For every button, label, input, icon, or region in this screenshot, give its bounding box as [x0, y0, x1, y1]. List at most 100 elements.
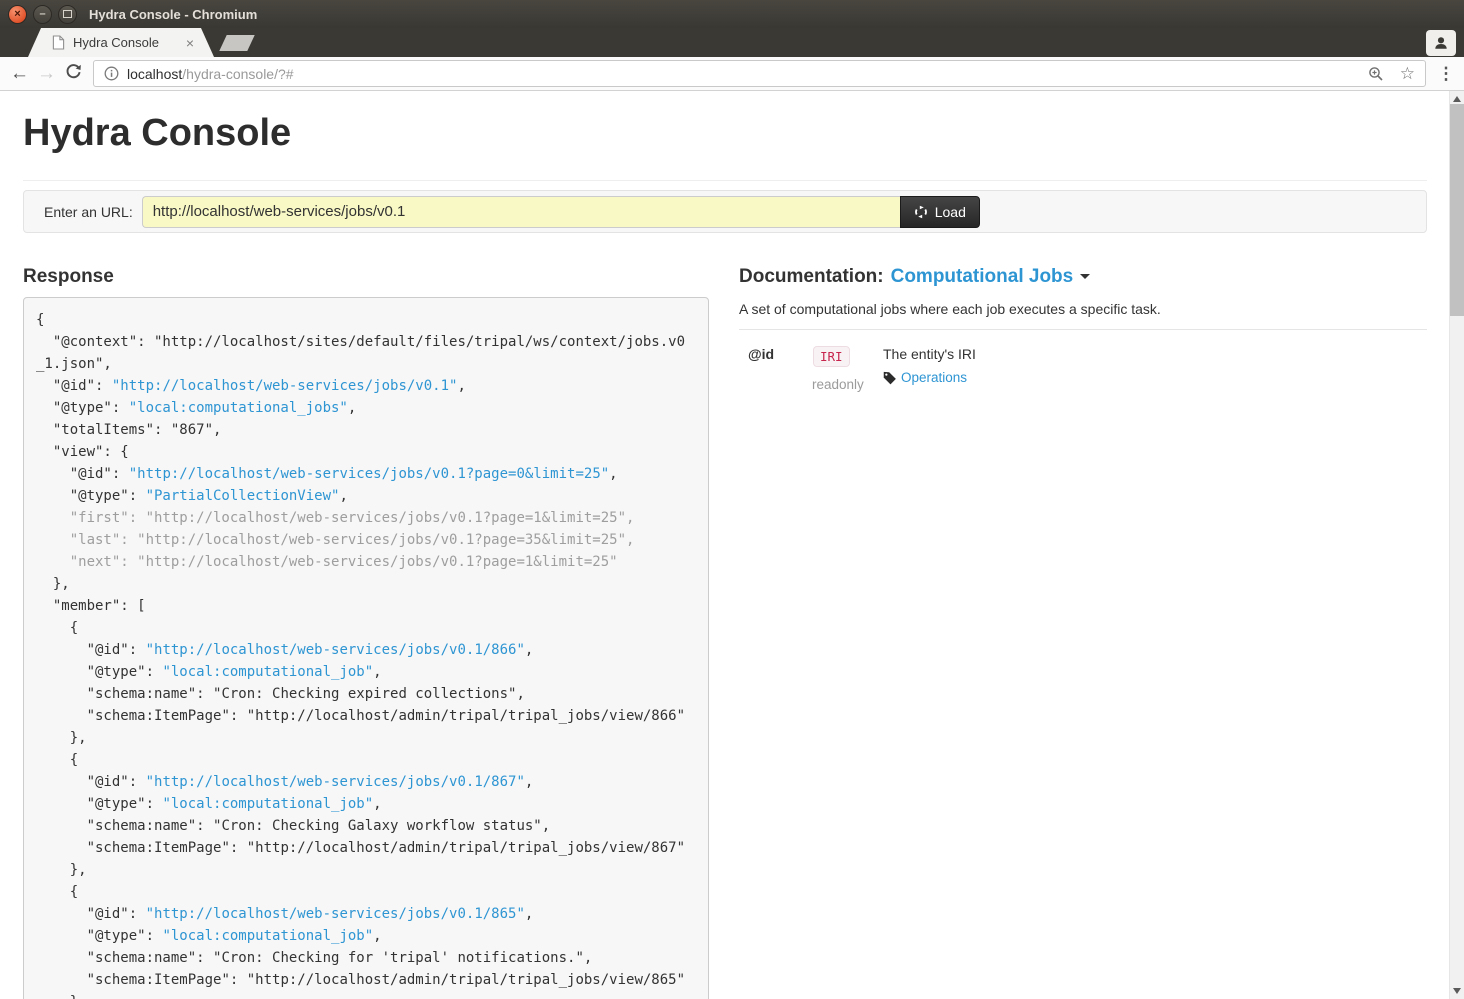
json-line: "@id": "http://localhost/web-services/jo… — [36, 375, 690, 397]
url-form-panel: Enter an URL: Load — [23, 190, 1427, 233]
main-columns: Response { "@context": "http://localhost… — [23, 265, 1427, 999]
json-text: }, — [36, 994, 87, 999]
json-text: , — [373, 928, 381, 944]
json-link[interactable]: "local:computational_job" — [162, 928, 373, 944]
scrollbar-thumb[interactable] — [1450, 104, 1464, 316]
json-link[interactable]: "http://localhost/web-services/jobs/v0.1… — [146, 642, 525, 658]
response-column: Response { "@context": "http://localhost… — [23, 265, 709, 999]
window-titlebar: × – Hydra Console - Chromium — [0, 0, 1464, 28]
json-line: "schema:ItemPage": "http://localhost/adm… — [36, 837, 690, 859]
json-text: "totalItems": "867", — [36, 422, 221, 438]
property-description: The entity's IRI — [883, 346, 1427, 362]
property-row: @id IRI readonly The entity's IRI Operat… — [739, 346, 1427, 392]
zoom-icon[interactable] — [1368, 66, 1384, 82]
profile-avatar-button[interactable] — [1426, 30, 1456, 56]
property-access-label: readonly — [812, 377, 883, 392]
tab-title: Hydra Console — [73, 35, 186, 50]
json-link[interactable]: "local:computational_job" — [162, 796, 373, 812]
page-title: Hydra Console — [23, 110, 1427, 156]
json-line: "totalItems": "867", — [36, 419, 690, 441]
json-line: "@type": "PartialCollectionView", — [36, 485, 690, 507]
json-line: "schema:ItemPage": "http://localhost/adm… — [36, 705, 690, 727]
json-link[interactable]: "http://localhost/web-services/jobs/v0.1… — [146, 906, 525, 922]
json-line: }, — [36, 573, 690, 595]
new-tab-button[interactable] — [219, 35, 254, 51]
json-line: "@id": "http://localhost/web-services/jo… — [36, 463, 690, 485]
json-line: "@id": "http://localhost/web-services/jo… — [36, 639, 690, 661]
json-link[interactable]: "local:computational_job" — [162, 664, 373, 680]
scroll-down-arrow-icon[interactable] — [1453, 988, 1461, 994]
page-header: Hydra Console — [23, 110, 1427, 181]
json-text: "schema:ItemPage": "http://localhost/adm… — [36, 972, 685, 988]
json-link[interactable]: "http://localhost/web-services/jobs/v0.1… — [146, 774, 525, 790]
json-text: , — [457, 378, 465, 394]
json-link[interactable]: "PartialCollectionView" — [146, 488, 340, 504]
json-line: "schema:ItemPage": "http://localhost/adm… — [36, 969, 690, 991]
property-name: @id — [748, 346, 813, 392]
json-text: , — [525, 774, 533, 790]
json-link[interactable]: "http://localhost/web-services/jobs/v0.1… — [112, 378, 458, 394]
documentation-heading: Documentation: — [739, 265, 884, 288]
close-icon: × — [14, 9, 20, 20]
window-close-button[interactable]: × — [8, 5, 27, 24]
json-text: "schema:name": "Cron: Checking expired c… — [36, 686, 525, 702]
json-text: "@id": — [36, 378, 112, 394]
json-line: "next": "http://localhost/web-services/j… — [36, 551, 690, 573]
reload-button[interactable] — [60, 63, 87, 84]
chevron-down-icon[interactable] — [1080, 274, 1090, 279]
json-text: }, — [36, 730, 87, 746]
url-input-label: Enter an URL: — [44, 204, 133, 220]
window-restore-button[interactable] — [58, 5, 77, 24]
back-button[interactable]: ← — [6, 64, 33, 83]
json-text: "schema:name": "Cron: Checking Galaxy wo… — [36, 818, 550, 834]
json-line: { — [36, 617, 690, 639]
json-text: "next": "http://localhost/web-services/j… — [36, 554, 618, 570]
reload-icon — [65, 63, 82, 80]
tab-strip: Hydra Console × — [0, 28, 1464, 57]
tab-close-icon[interactable]: × — [186, 36, 194, 50]
json-text: , — [373, 664, 381, 680]
json-line: "member": [ — [36, 595, 690, 617]
property-description-column: The entity's IRI Operations — [883, 346, 1427, 392]
json-text: "@id": — [36, 774, 146, 790]
json-text: "schema:ItemPage": "http://localhost/adm… — [36, 840, 685, 856]
json-text: , — [609, 466, 617, 482]
json-text: "first": "http://localhost/web-services/… — [36, 510, 634, 526]
json-line: }, — [36, 991, 690, 999]
property-type-column: IRI readonly — [813, 346, 883, 392]
page-scrollbar[interactable] — [1449, 91, 1464, 999]
load-button[interactable]: Load — [900, 196, 980, 228]
documentation-heading-row: Documentation: Computational Jobs — [739, 265, 1427, 288]
person-icon — [1433, 35, 1449, 51]
json-text: { — [36, 620, 78, 636]
page-content: Hydra Console Enter an URL: Load Respons… — [0, 91, 1449, 999]
window-minimize-button[interactable]: – — [33, 5, 52, 24]
json-link[interactable]: "local:computational_jobs" — [129, 400, 348, 416]
json-text: { — [36, 752, 78, 768]
refresh-icon — [914, 205, 928, 219]
json-line: }, — [36, 859, 690, 881]
browser-tab[interactable]: Hydra Console × — [28, 28, 214, 57]
json-text: "member": [ — [36, 598, 146, 614]
operations-row: Operations — [883, 370, 1427, 385]
json-text: { — [36, 312, 44, 328]
documentation-class-dropdown[interactable]: Computational Jobs — [891, 266, 1074, 288]
json-text: "@id": — [36, 642, 146, 658]
forward-button[interactable]: → — [33, 64, 60, 83]
operations-link[interactable]: Operations — [901, 370, 967, 385]
json-line: "@type": "local:computational_job", — [36, 793, 690, 815]
url-host: localhost — [127, 66, 182, 82]
json-text: , — [525, 642, 533, 658]
address-bar[interactable]: localhost/hydra-console/?# ☆ — [93, 60, 1426, 87]
class-description: A set of computational jobs where each j… — [739, 301, 1427, 317]
scroll-up-arrow-icon[interactable] — [1453, 96, 1461, 102]
restore-icon — [63, 10, 72, 18]
json-link[interactable]: "http://localhost/web-services/jobs/v0.1… — [129, 466, 609, 482]
bookmark-star-icon[interactable]: ☆ — [1400, 64, 1415, 84]
page-info-icon[interactable] — [104, 66, 119, 81]
json-text: "@type": — [36, 664, 162, 680]
json-line: "schema:name": "Cron: Checking for 'trip… — [36, 947, 690, 969]
browser-menu-button[interactable]: ⋮ — [1436, 64, 1456, 84]
json-line: "schema:name": "Cron: Checking Galaxy wo… — [36, 815, 690, 837]
service-url-input[interactable] — [142, 196, 900, 228]
